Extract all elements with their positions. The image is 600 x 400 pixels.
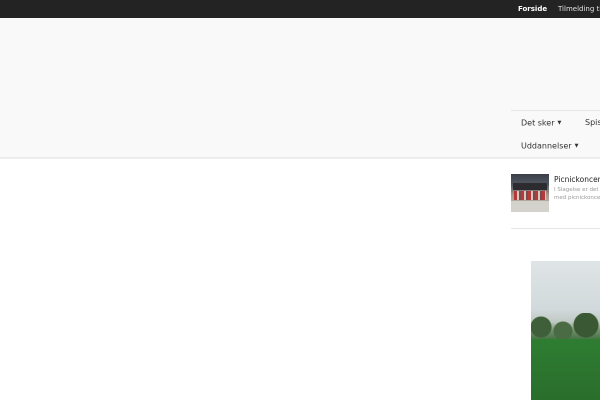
caret-down-icon: ▼ bbox=[557, 120, 562, 126]
topbar-link-tilmelding[interactable]: Tilmelding til bbox=[558, 0, 600, 18]
nav-item-label: Det sker bbox=[521, 118, 555, 128]
news-item[interactable]: Picnickoncert I Slagelse er det med picn… bbox=[511, 174, 600, 214]
nav-divider bbox=[511, 110, 600, 111]
top-bar: Forside Tilmelding til bbox=[0, 0, 600, 18]
news-divider bbox=[511, 228, 600, 229]
news-snippet: I Slagelse er det med picnickonce bbox=[554, 186, 600, 202]
caret-down-icon: ▼ bbox=[574, 143, 579, 149]
news-thumbnail[interactable] bbox=[511, 174, 549, 212]
news-snippet-line: med picnickonce bbox=[554, 195, 600, 201]
nav-item-label: Spis bbox=[585, 118, 600, 127]
nav-item-spis[interactable]: Spis bbox=[585, 113, 600, 133]
site-header bbox=[0, 18, 600, 159]
nav-item-det-sker[interactable]: Det sker ▼ bbox=[521, 113, 561, 133]
news-snippet-line: I Slagelse er det bbox=[554, 187, 599, 193]
news-title[interactable]: Picnickoncert bbox=[554, 175, 600, 184]
landscape-image[interactable] bbox=[531, 261, 600, 400]
topbar-link-forside[interactable]: Forside bbox=[518, 0, 547, 18]
nav-item-uddannelser[interactable]: Uddannelser ▼ bbox=[521, 136, 578, 156]
nav-item-label: Uddannelser bbox=[521, 141, 572, 151]
